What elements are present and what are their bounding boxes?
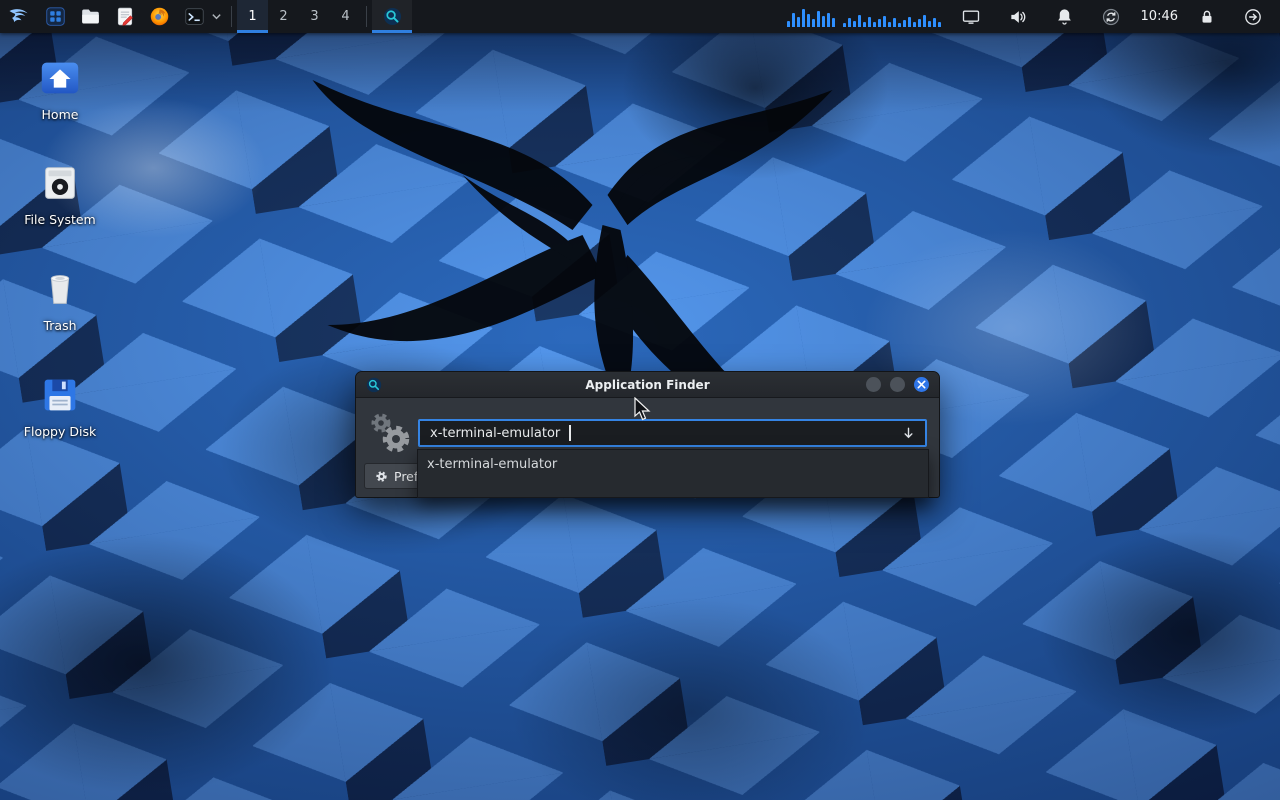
desktop-icon-file-system[interactable]: File System [14,160,106,227]
desktop-icon-label: Trash [43,318,76,333]
trash-icon [37,266,83,312]
desktop: Home File System Trash Floppy Disk [0,0,1280,800]
workspace-1[interactable]: 1 [237,0,268,33]
desktop-icon-home[interactable]: Home [14,55,106,122]
launcher-dashboard[interactable] [38,0,73,33]
search-input[interactable]: x-terminal-emulator [418,419,927,447]
titlebar[interactable]: Application Finder [356,372,939,398]
session-logout-icon [1243,7,1263,27]
workspace-4[interactable]: 4 [330,0,361,33]
gear-icon [375,470,388,483]
terminal-icon [184,6,205,27]
panel-right: 10:46 [787,0,1280,33]
text-caret [569,425,571,441]
window-controls [866,377,929,392]
gears-icon [364,409,418,457]
logout-button[interactable] [1236,7,1270,27]
workspace-label: 1 [248,9,256,24]
panel-clock[interactable]: 10:46 [1141,9,1178,24]
search-input-value: x-terminal-emulator [430,426,560,441]
workspace-label: 4 [341,9,349,24]
visualizer-bars-a [787,7,835,27]
desktop-icon-label: Floppy Disk [24,424,96,439]
taskbar-application-finder[interactable] [372,0,412,33]
minimize-button[interactable] [866,377,881,392]
dashboard-icon [45,6,66,27]
launcher-file-manager[interactable] [73,0,108,33]
close-button[interactable] [914,377,929,392]
top-panel: 1 2 3 4 [0,0,1280,33]
volume-icon [1008,7,1028,27]
panel-separator [366,6,367,27]
display-settings-button[interactable] [954,7,988,27]
entry-dropdown-button[interactable] [895,422,921,444]
home-icon [37,55,83,101]
notifications-button[interactable] [1048,7,1081,26]
audio-visualizer[interactable] [787,7,941,27]
workspace-label: 3 [310,9,318,24]
close-icon [917,380,926,389]
application-finder-icon [383,7,402,26]
visualizer-bars-b [843,7,941,27]
workspace-2[interactable]: 2 [268,0,299,33]
firefox-icon [149,6,170,27]
application-finder-icon [366,377,382,393]
volume-button[interactable] [1001,7,1035,27]
workspace-label: 2 [279,9,287,24]
display-icon [961,7,981,27]
lock-icon [1198,8,1216,26]
lock-screen-button[interactable] [1191,8,1223,26]
completion-item[interactable]: x-terminal-emulator [418,450,928,479]
kali-menu-icon [7,5,31,29]
desktop-icon-label: File System [24,212,96,227]
desktop-icon-trash[interactable]: Trash [14,266,106,333]
terminal-dropdown-button[interactable] [207,0,226,33]
text-editor-icon [115,6,135,27]
panel-left: 1 2 3 4 [0,0,412,33]
desktop-icon-label: Home [42,107,79,122]
notifications-icon [1055,7,1074,26]
sync-icon [1101,7,1121,27]
maximize-button[interactable] [890,377,905,392]
workspace-3[interactable]: 3 [299,0,330,33]
panel-separator [231,6,232,27]
completion-popup: x-terminal-emulator [417,449,929,498]
window-title: Application Finder [356,378,939,392]
mouse-cursor [633,397,653,423]
launcher-firefox[interactable] [142,0,177,33]
arrow-down-icon [902,426,915,440]
floppy-disk-icon [37,372,83,418]
kali-menu-button[interactable] [0,0,38,33]
desktop-icon-floppy-disk[interactable]: Floppy Disk [14,372,106,439]
file-system-icon [37,160,83,206]
launcher-text-editor[interactable] [108,0,142,33]
launcher-terminal[interactable] [177,0,207,33]
sync-status-button[interactable] [1094,7,1128,27]
file-manager-icon [80,6,101,27]
chevron-down-icon [211,11,222,22]
